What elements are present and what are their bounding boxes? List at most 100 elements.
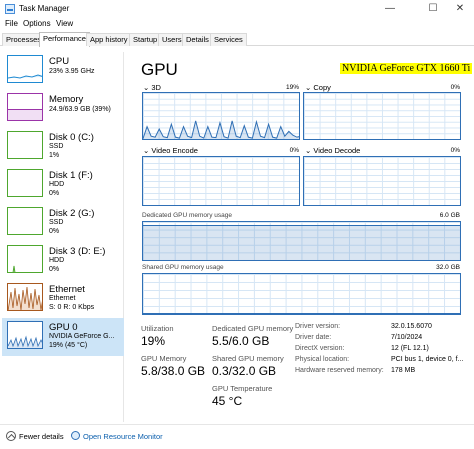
tab-details[interactable]: Details — [182, 33, 213, 46]
sidebar-item-detail: NVIDIA GeForce G... — [49, 333, 115, 340]
graph-grid — [304, 157, 460, 205]
hardware-reserved-memory-label: Hardware reserved memory: — [295, 367, 384, 374]
sidebar-item-memory[interactable]: Memory 24.9/63.9 GB (39%) — [2, 90, 124, 128]
gpu-thumbnail — [7, 321, 43, 349]
open-resource-monitor-link[interactable]: Open Resource Monitor — [83, 432, 163, 441]
gpu-thumbnail-graph — [8, 335, 42, 348]
engine-video-encode-dropdown[interactable]: ⌄ Video Encode — [143, 146, 198, 155]
menu-file[interactable]: File — [5, 19, 18, 28]
utilization-label: Utilization — [141, 324, 174, 333]
shared-memory-label: Shared GPU memory — [212, 354, 284, 363]
engine-label: Video Encode — [151, 146, 198, 155]
dedicated-memory-label: Dedicated GPU memory — [212, 324, 294, 333]
engine-copy-percent: 0% — [450, 84, 460, 91]
dedicated-memory-max: 6.0 GB — [439, 212, 460, 219]
tab-bar: Processes Performance App history Startu… — [0, 32, 474, 47]
cpu-thumbnail-graph — [8, 74, 42, 79]
graph-grid — [143, 157, 299, 205]
sidebar-item-detail: HDD — [49, 257, 65, 264]
engine-video-decode-percent: 0% — [450, 147, 460, 154]
resource-monitor-icon — [71, 431, 80, 440]
sidebar-item-detail: HDD — [49, 181, 65, 188]
window-title: Task Manager — [19, 4, 70, 13]
physical-location-value: PCI bus 1, device 0, f... — [391, 356, 464, 363]
graph-3d — [142, 92, 300, 140]
sidebar-item-detail: SSD — [49, 143, 64, 150]
minimize-button[interactable]: — — [376, 2, 404, 16]
sidebar-item-disk-3[interactable]: Disk 3 (D: E:) HDD 0% — [2, 242, 124, 280]
menu-bar: File Options View — [0, 18, 474, 31]
sidebar-item-label: Memory — [49, 94, 84, 105]
fewer-details-button[interactable]: Fewer details — [19, 432, 64, 441]
gpu-memory-value: 5.8/38.0 GB — [141, 364, 206, 378]
sidebar-item-gpu-0[interactable]: GPU 0 NVIDIA GeForce G... 19% (45 °C) — [2, 318, 124, 356]
ethernet-thumbnail — [7, 283, 43, 311]
memory-thumbnail-fill — [8, 109, 42, 120]
gpu-memory-label: GPU Memory — [141, 354, 187, 363]
graph-grid — [143, 274, 460, 314]
directx-version-label: DirectX version: — [295, 345, 345, 352]
sidebar-item-disk-1[interactable]: Disk 1 (F:) HDD 0% — [2, 166, 124, 204]
tab-performance[interactable]: Performance — [39, 32, 90, 47]
maximize-button[interactable]: ☐ — [419, 2, 447, 16]
graph-shared-memory — [142, 273, 461, 315]
tab-startup[interactable]: Startup — [129, 33, 162, 46]
engine-label: 3D — [151, 83, 161, 92]
task-manager-icon — [5, 4, 15, 14]
chevron-up-icon[interactable] — [6, 431, 16, 441]
engine-video-decode-dropdown[interactable]: ⌄ Video Decode — [305, 146, 360, 155]
engine-copy-dropdown[interactable]: ⌄ Copy — [305, 83, 331, 92]
tab-services[interactable]: Services — [210, 33, 247, 46]
sidebar-item-usage: 1% — [49, 152, 60, 159]
ethernet-thumbnail-graph — [8, 286, 42, 310]
shared-memory-graph-label: Shared GPU memory usage — [142, 264, 224, 271]
shared-memory-value: 0.3/32.0 GB — [212, 364, 277, 378]
footer: Fewer details Open Resource Monitor — [0, 424, 474, 449]
sidebar-item-usage: 0% — [49, 266, 60, 273]
close-button[interactable]: ✕ — [446, 2, 474, 16]
sidebar-item-label: Disk 0 (C:) — [49, 132, 94, 143]
shared-memory-max: 32.0 GB — [436, 264, 460, 271]
sidebar-item-label: Ethernet — [49, 284, 85, 295]
engine-label: Video Decode — [313, 146, 361, 155]
engine-video-encode-percent: 0% — [289, 147, 299, 154]
sidebar-item-detail: 23% 3.95 GHz — [49, 68, 95, 75]
gpu-temperature-label: GPU Temperature — [212, 384, 273, 393]
sidebar-item-disk-0[interactable]: Disk 0 (C:) SSD 1% — [2, 128, 124, 166]
directx-version-value: 12 (FL 12.1) — [391, 345, 429, 352]
physical-location-label: Physical location: — [295, 356, 350, 363]
sidebar-item-usage: 19% (45 °C) — [49, 342, 88, 349]
driver-date-value: 7/10/2024 — [391, 334, 423, 341]
menu-options[interactable]: Options — [23, 19, 51, 28]
dedicated-memory-fill — [143, 225, 460, 260]
disk-thumbnail — [7, 131, 43, 159]
graph-3d-line — [143, 119, 299, 139]
engine-3d-dropdown[interactable]: ⌄ 3D — [143, 83, 161, 92]
sidebar-item-disk-2[interactable]: Disk 2 (G:) SSD 0% — [2, 204, 124, 242]
sidebar-item-cpu[interactable]: CPU 23% 3.95 GHz — [2, 52, 124, 90]
gpu-temperature-value: 45 °C — [212, 394, 243, 408]
sidebar-item-usage: 0% — [49, 190, 60, 197]
page-title: GPU — [141, 60, 178, 79]
engine-label: Copy — [313, 83, 331, 92]
title-bar: Task Manager — ☐ ✕ — [0, 0, 474, 18]
sidebar-item-usage: 0% — [49, 228, 60, 235]
graph-video-decode — [303, 156, 461, 206]
gpu-model-name: NVIDIA GeForce GTX 1660 Ti — [340, 63, 473, 74]
hardware-reserved-memory-value: 178 MB — [391, 367, 416, 374]
disk-thumbnail — [7, 245, 43, 273]
sidebar-item-ethernet[interactable]: Ethernet Ethernet S: 0 R: 0 Kbps — [2, 280, 124, 318]
driver-date-label: Driver date: — [295, 334, 332, 341]
graph-dedicated-memory — [142, 221, 461, 261]
tab-app-history[interactable]: App history — [86, 33, 132, 46]
sidebar-item-label: GPU 0 — [49, 322, 78, 333]
resource-sidebar: CPU 23% 3.95 GHz Memory 24.9/63.9 GB (39… — [2, 52, 124, 422]
shared-memory-fill — [143, 313, 460, 314]
cpu-thumbnail — [7, 55, 43, 83]
driver-version-label: Driver version: — [295, 323, 341, 330]
engine-3d-percent: 19% — [285, 84, 299, 91]
menu-view[interactable]: View — [56, 19, 73, 28]
graph-grid — [304, 93, 460, 139]
disk-thumbnail — [7, 169, 43, 197]
sidebar-item-detail: 24.9/63.9 GB (39%) — [49, 106, 111, 113]
